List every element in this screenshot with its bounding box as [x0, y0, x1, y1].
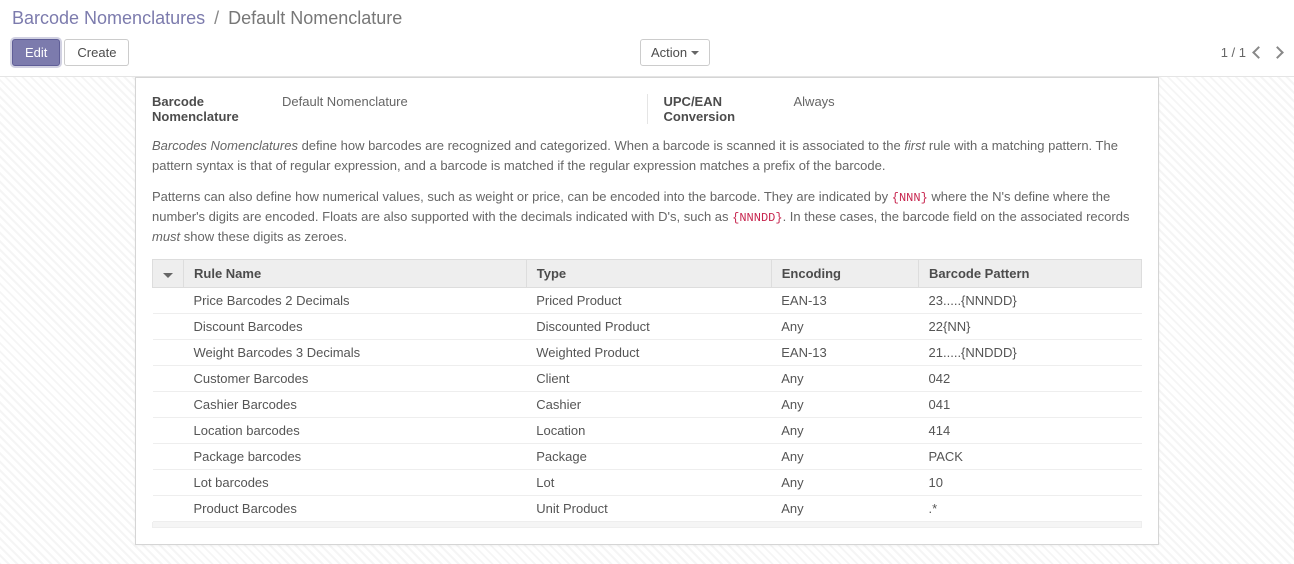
cell-rule: Customer Barcodes	[184, 365, 527, 391]
cell-encoding: Any	[771, 495, 918, 521]
col-rule-name[interactable]: Rule Name	[184, 259, 527, 287]
cell-type: Weighted Product	[526, 339, 771, 365]
upc-ean-conversion-value: Always	[794, 94, 835, 124]
table-row[interactable]: Location barcodesLocationAny414	[153, 417, 1142, 443]
cell-encoding: EAN-13	[771, 339, 918, 365]
cell-pattern: 10	[919, 469, 1142, 495]
drag-handle[interactable]	[153, 469, 184, 495]
desc1-italic: Barcodes Nomenclatures	[152, 138, 298, 153]
cell-encoding: Any	[771, 417, 918, 443]
table-row[interactable]: Lot barcodesLotAny10	[153, 469, 1142, 495]
cell-rule: Price Barcodes 2 Decimals	[184, 287, 527, 313]
drag-handle[interactable]	[153, 313, 184, 339]
breadcrumb-sep: /	[214, 8, 219, 28]
create-button[interactable]: Create	[64, 39, 129, 66]
cell-type: Discounted Product	[526, 313, 771, 339]
cell-rule: Cashier Barcodes	[184, 391, 527, 417]
cell-encoding: Any	[771, 313, 918, 339]
upc-ean-conversion-label: UPC/EAN Conversion	[664, 94, 794, 124]
drag-handle[interactable]	[153, 339, 184, 365]
form-cell-name: Barcode Nomenclature Default Nomenclatur…	[152, 94, 648, 124]
drag-handle[interactable]	[153, 391, 184, 417]
code-nnn: {NNN}	[892, 191, 928, 205]
table-footer	[152, 522, 1142, 528]
cell-rule: Location barcodes	[184, 417, 527, 443]
cell-pattern: 042	[919, 365, 1142, 391]
drag-handle[interactable]	[153, 443, 184, 469]
drag-handle[interactable]	[153, 495, 184, 521]
cell-rule: Package barcodes	[184, 443, 527, 469]
description-1: Barcodes Nomenclatures define how barcod…	[152, 136, 1142, 175]
table-row[interactable]: Product BarcodesUnit ProductAny.*	[153, 495, 1142, 521]
toolbar-center: Action	[129, 39, 1220, 66]
col-type[interactable]: Type	[526, 259, 771, 287]
drag-handle[interactable]	[153, 365, 184, 391]
drag-handle[interactable]	[153, 417, 184, 443]
cell-type: Priced Product	[526, 287, 771, 313]
cell-encoding: Any	[771, 391, 918, 417]
cell-rule: Product Barcodes	[184, 495, 527, 521]
pager-prev-icon[interactable]	[1252, 46, 1265, 59]
cell-pattern: 21.....{NNDDD}	[919, 339, 1142, 365]
breadcrumb-parent[interactable]: Barcode Nomenclatures	[12, 8, 205, 28]
cell-type: Unit Product	[526, 495, 771, 521]
table-row[interactable]: Package barcodesPackageAnyPACK	[153, 443, 1142, 469]
cell-encoding: EAN-13	[771, 287, 918, 313]
desc2-must: must	[152, 229, 180, 244]
cell-pattern: .*	[919, 495, 1142, 521]
pager-text: 1 / 1	[1221, 45, 1246, 60]
cell-rule: Weight Barcodes 3 Decimals	[184, 339, 527, 365]
breadcrumb: Barcode Nomenclatures / Default Nomencla…	[12, 8, 1282, 29]
barcode-nomenclature-value: Default Nomenclature	[282, 94, 408, 124]
drag-handle[interactable]	[153, 287, 184, 313]
cell-type: Cashier	[526, 391, 771, 417]
caret-down-icon	[163, 273, 173, 278]
cell-encoding: Any	[771, 469, 918, 495]
action-dropdown[interactable]: Action	[640, 39, 710, 66]
col-pattern[interactable]: Barcode Pattern	[919, 259, 1142, 287]
cell-type: Client	[526, 365, 771, 391]
table-row[interactable]: Weight Barcodes 3 DecimalsWeighted Produ…	[153, 339, 1142, 365]
sequence-header[interactable]	[153, 259, 184, 287]
content-wrap: Barcode Nomenclature Default Nomenclatur…	[0, 77, 1294, 564]
table-header-row: Rule Name Type Encoding Barcode Pattern	[153, 259, 1142, 287]
caret-down-icon	[691, 51, 699, 55]
desc1-first: first	[904, 138, 925, 153]
table-row[interactable]: Cashier BarcodesCashierAny041	[153, 391, 1142, 417]
description-2: Patterns can also define how numerical v…	[152, 187, 1142, 247]
rules-table: Rule Name Type Encoding Barcode Pattern …	[152, 259, 1142, 522]
form-row: Barcode Nomenclature Default Nomenclatur…	[152, 94, 1142, 124]
table-row[interactable]: Discount BarcodesDiscounted ProductAny22…	[153, 313, 1142, 339]
breadcrumb-current: Default Nomenclature	[228, 8, 402, 28]
toolbar-left: Edit Create	[12, 39, 129, 66]
table-row[interactable]: Price Barcodes 2 DecimalsPriced ProductE…	[153, 287, 1142, 313]
action-label: Action	[651, 45, 687, 60]
col-encoding[interactable]: Encoding	[771, 259, 918, 287]
cell-pattern: 041	[919, 391, 1142, 417]
code-nnndd: {NNNDD}	[732, 211, 782, 225]
cell-pattern: 414	[919, 417, 1142, 443]
cell-rule: Lot barcodes	[184, 469, 527, 495]
table-row[interactable]: Customer BarcodesClientAny042	[153, 365, 1142, 391]
form-background: Barcode Nomenclature Default Nomenclatur…	[0, 77, 1294, 564]
pager-nav	[1254, 48, 1282, 57]
toolbar-right: 1 / 1	[1221, 45, 1282, 60]
cell-type: Lot	[526, 469, 771, 495]
edit-button[interactable]: Edit	[12, 39, 60, 66]
barcode-nomenclature-label: Barcode Nomenclature	[152, 94, 282, 124]
cell-type: Package	[526, 443, 771, 469]
cell-encoding: Any	[771, 443, 918, 469]
control-panel: Barcode Nomenclatures / Default Nomencla…	[0, 0, 1294, 77]
form-sheet: Barcode Nomenclature Default Nomenclatur…	[135, 77, 1159, 545]
pager-next-icon[interactable]	[1271, 46, 1284, 59]
cell-type: Location	[526, 417, 771, 443]
cell-pattern: PACK	[919, 443, 1142, 469]
form-cell-conversion: UPC/EAN Conversion Always	[648, 94, 1143, 124]
cell-encoding: Any	[771, 365, 918, 391]
cell-pattern: 23.....{NNNDD}	[919, 287, 1142, 313]
cell-rule: Discount Barcodes	[184, 313, 527, 339]
toolbar: Edit Create Action 1 / 1	[12, 39, 1282, 76]
cell-pattern: 22{NN}	[919, 313, 1142, 339]
